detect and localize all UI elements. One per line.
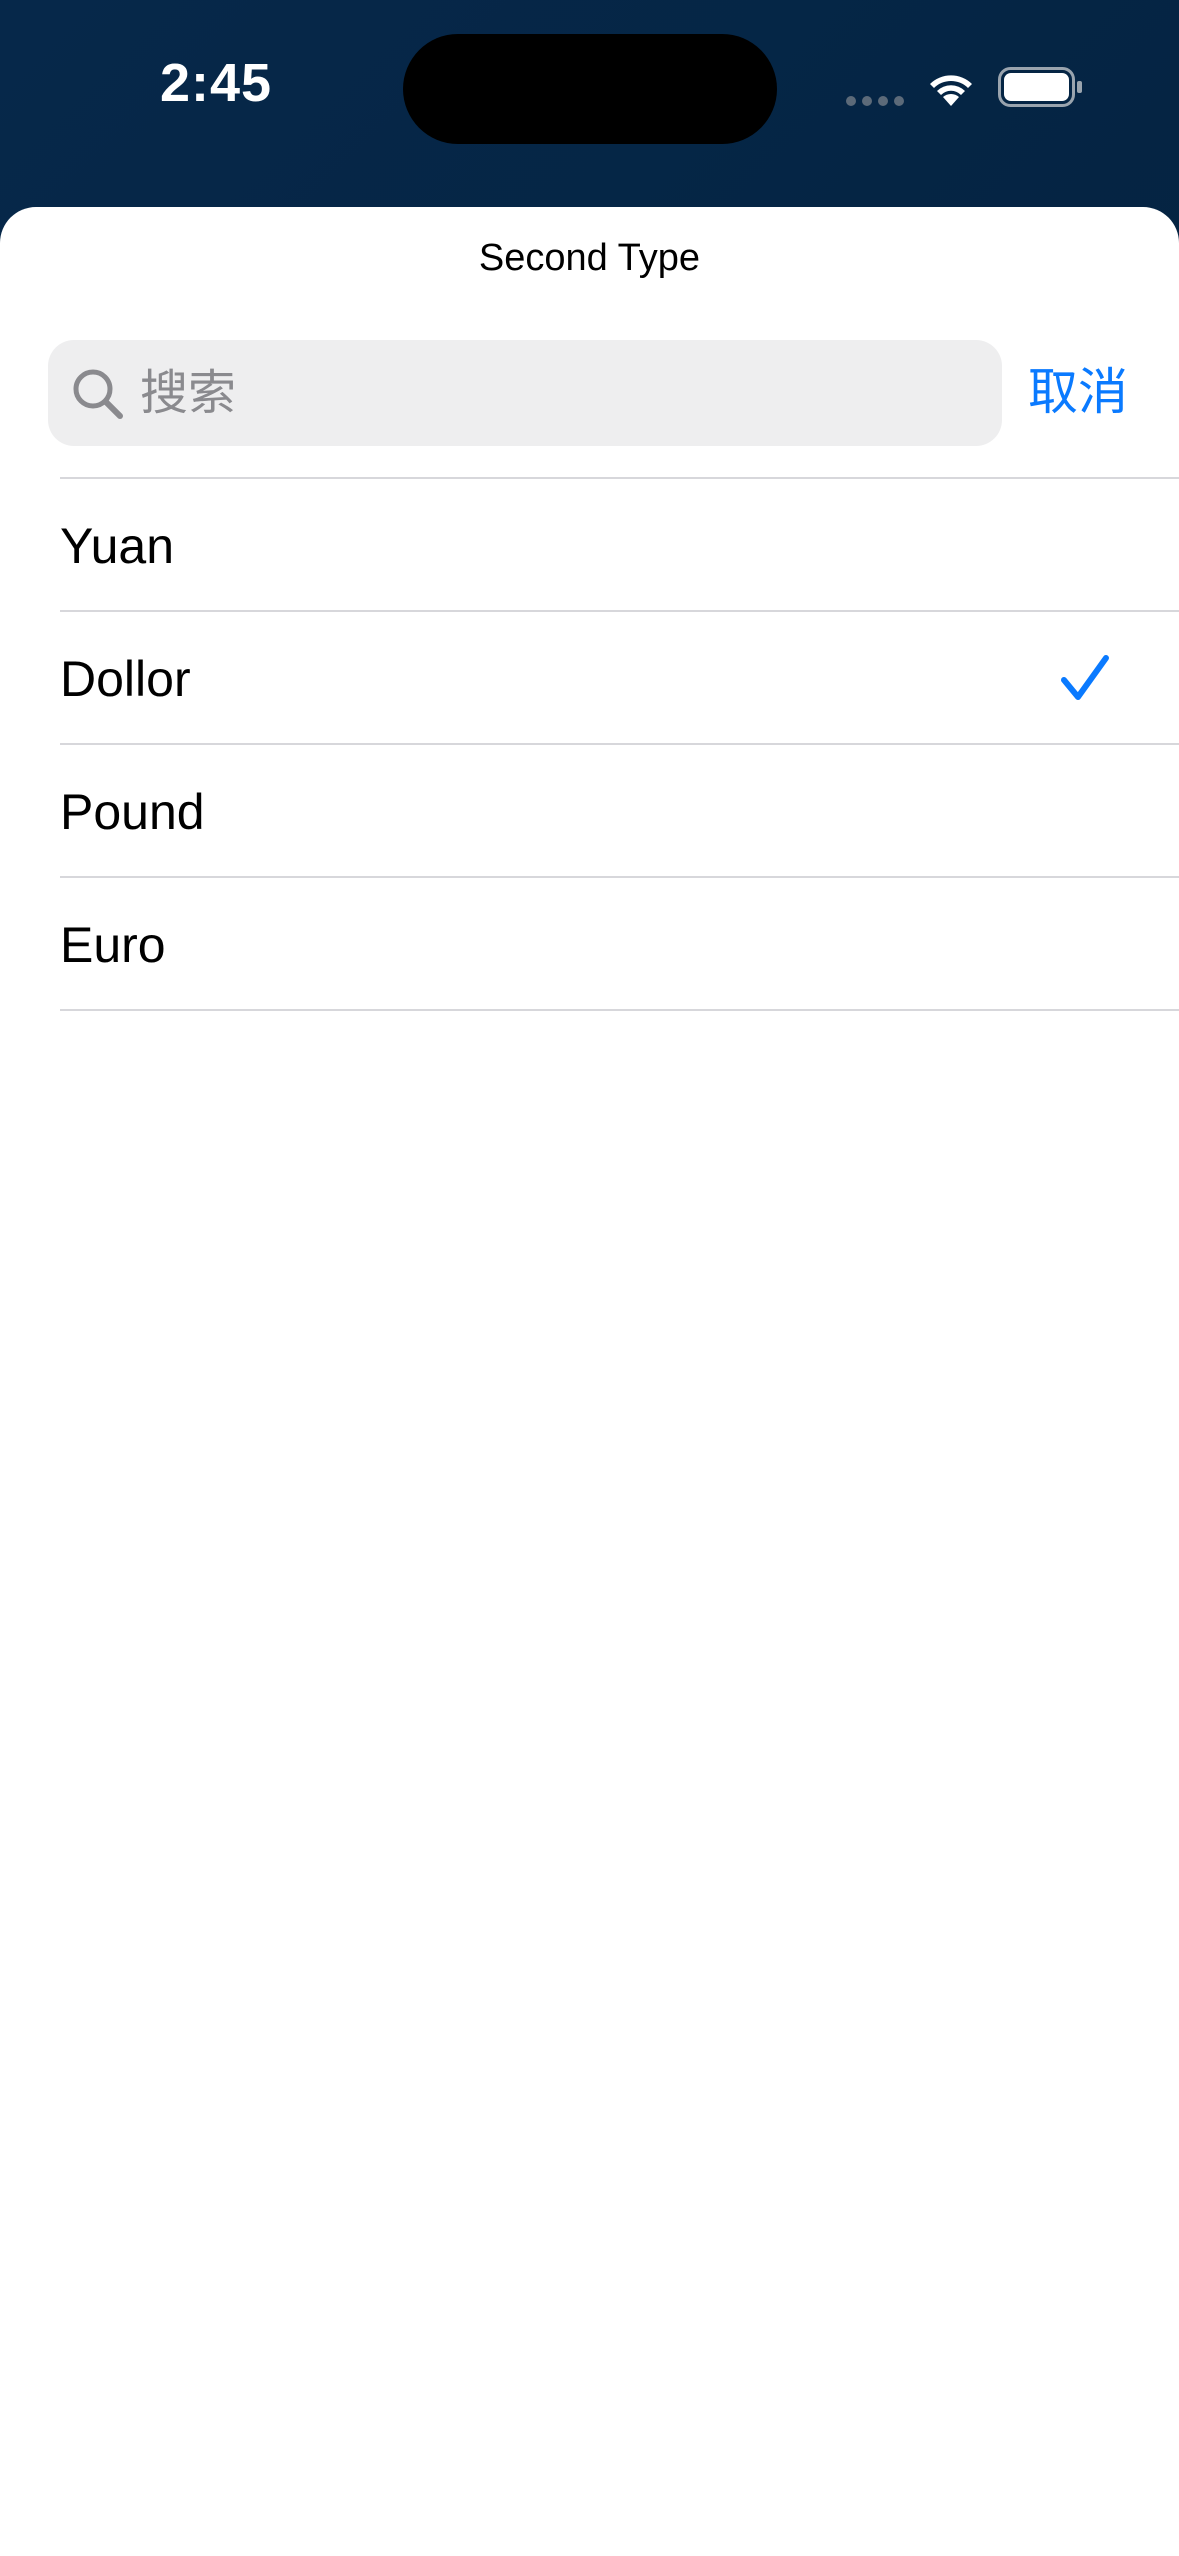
sheet-title: Second Type [478, 237, 701, 279]
list-item-label: Yuan [60, 518, 175, 574]
dynamic-island [403, 34, 777, 144]
cancel-button[interactable]: 取消 [1028, 362, 1128, 422]
cellular-signal-icon [846, 96, 906, 108]
status-bar: 2:45 [0, 0, 1179, 200]
list-item-dollor[interactable]: Dollor [60, 612, 1179, 745]
status-time: 2:45 [160, 53, 273, 113]
battery-icon [998, 67, 1082, 107]
list-item-pound[interactable]: Pound [60, 745, 1179, 878]
currency-list: Yuan Dollor Pound Euro [60, 477, 1179, 1011]
list-item-label: Euro [60, 917, 166, 973]
search-input[interactable]: 搜索 [140, 366, 236, 422]
list-item-euro[interactable]: Euro [60, 878, 1179, 1011]
list-item-label: Dollor [60, 651, 191, 707]
wifi-icon [930, 75, 972, 106]
checkmark-icon [1061, 655, 1109, 700]
list-item-yuan[interactable]: Yuan [60, 479, 1179, 612]
selection-sheet: Second Type 搜索 取消 Yuan Dollor Pound Euro [0, 207, 1179, 2556]
list-item-label: Pound [60, 784, 205, 840]
search-field[interactable]: 搜索 [48, 340, 1002, 446]
search-icon [73, 369, 123, 419]
